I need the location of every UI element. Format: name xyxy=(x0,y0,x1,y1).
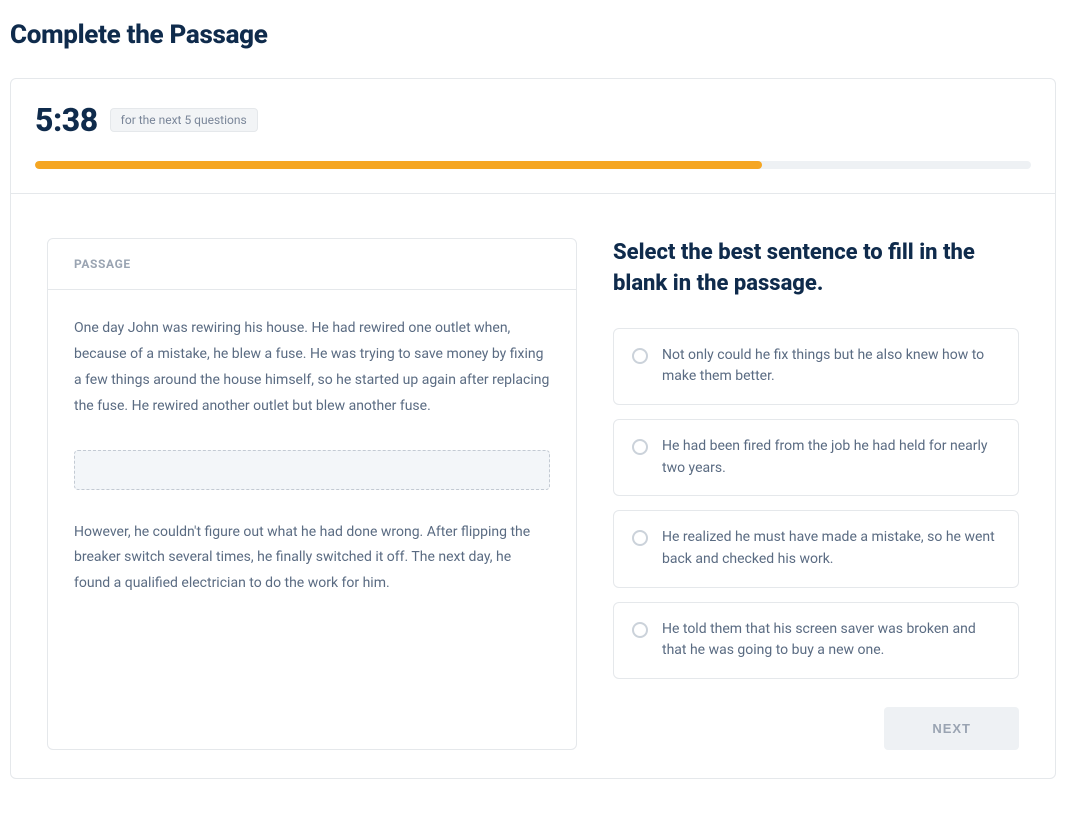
option-text: He told them that his screen saver was b… xyxy=(662,619,1000,662)
quiz-card: 5:38 for the next 5 questions PASSAGE On… xyxy=(10,78,1056,779)
passage-blank[interactable] xyxy=(74,450,550,490)
next-button[interactable]: NEXT xyxy=(884,707,1019,750)
option-text: Not only could he fix things but he also… xyxy=(662,345,1000,388)
page-title: Complete the Passage xyxy=(10,20,1056,50)
question-prompt: Select the best sentence to fill in the … xyxy=(613,238,1019,300)
timer-row: 5:38 for the next 5 questions xyxy=(35,101,1031,139)
option-text: He had been fired from the job he had he… xyxy=(662,436,1000,479)
answer-option-2[interactable]: He had been fired from the job he had he… xyxy=(613,419,1019,496)
progress-fill xyxy=(35,161,762,169)
radio-icon xyxy=(632,348,648,364)
passage-text-before: One day John was rewiring his house. He … xyxy=(74,316,550,420)
answer-option-4[interactable]: He told them that his screen saver was b… xyxy=(613,602,1019,679)
passage-label: PASSAGE xyxy=(74,257,550,271)
radio-icon xyxy=(632,530,648,546)
answer-option-3[interactable]: He realized he must have made a mistake,… xyxy=(613,510,1019,587)
answer-option-1[interactable]: Not only could he fix things but he also… xyxy=(613,328,1019,405)
radio-icon xyxy=(632,439,648,455)
radio-icon xyxy=(632,622,648,638)
timer-hint: for the next 5 questions xyxy=(110,108,258,132)
passage-panel: PASSAGE One day John was rewiring his ho… xyxy=(47,238,577,750)
progress-bar xyxy=(35,161,1031,169)
timer-value: 5:38 xyxy=(35,101,98,139)
option-text: He realized he must have made a mistake,… xyxy=(662,527,1000,570)
passage-text-after: However, he couldn't figure out what he … xyxy=(74,520,550,598)
